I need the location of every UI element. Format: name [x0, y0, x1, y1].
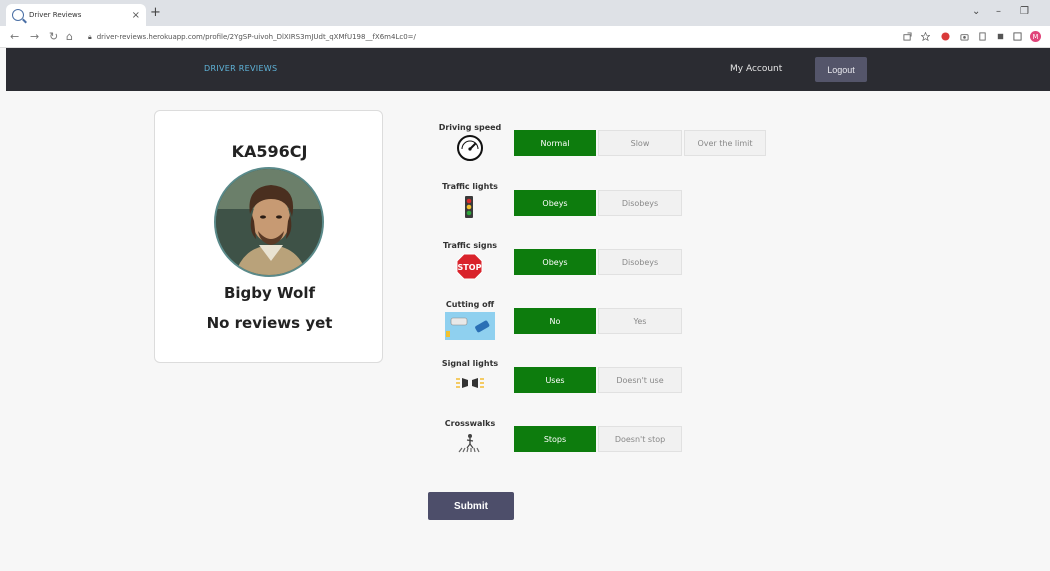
driver-profile-card: KA596CJ Bigby Wolf No reviews yet: [154, 110, 383, 363]
reload-icon[interactable]: ↻: [49, 30, 58, 43]
restore-icon[interactable]: ❐: [1020, 6, 1029, 17]
criterion-label-crosswalks: Crosswalks: [444, 419, 496, 428]
option-driving-speed-slow[interactable]: Slow: [598, 130, 682, 156]
browser-tab[interactable]: Driver Reviews ×: [6, 4, 146, 26]
svg-text:STOP: STOP: [458, 263, 482, 272]
extension-red-icon[interactable]: [941, 32, 950, 41]
option-crosswalks-stops[interactable]: Stops: [514, 426, 596, 452]
brand-link[interactable]: DRIVER REVIEWS: [204, 64, 277, 73]
license-plate: KA596CJ: [231, 142, 308, 161]
sidebar-icon[interactable]: [1013, 32, 1022, 41]
submit-button[interactable]: Submit: [428, 492, 514, 520]
speedometer-icon: [457, 135, 483, 161]
option-traffic-signs-obeys[interactable]: Obeys: [514, 249, 596, 275]
document-icon[interactable]: [978, 32, 987, 41]
option-traffic-lights-obeys[interactable]: Obeys: [514, 190, 596, 216]
avatar-icon[interactable]: M: [1030, 31, 1041, 42]
address-bar: ← → ↻ ⌂ 🔒︎ driver-reviews.herokuapp.com/…: [0, 26, 1050, 48]
criterion-label-driving-speed: Driving speed: [438, 123, 502, 132]
criterion-label-traffic-lights: Traffic lights: [442, 182, 498, 191]
share-icon[interactable]: [903, 32, 912, 41]
svg-text:M: M: [1033, 33, 1039, 41]
option-signal-lights-uses[interactable]: Uses: [514, 367, 596, 393]
chevron-down-icon[interactable]: ⌄: [972, 6, 980, 17]
logout-button[interactable]: Logout: [815, 57, 867, 82]
traffic-light-icon: [465, 196, 473, 218]
forward-icon[interactable]: →: [30, 30, 39, 43]
option-driving-speed-normal[interactable]: Normal: [514, 130, 596, 156]
cars-icon: [445, 312, 495, 340]
driver-name: Bigby Wolf: [223, 284, 316, 302]
option-driving-speed-over-limit[interactable]: Over the limit: [684, 130, 766, 156]
new-tab-button[interactable]: +: [150, 5, 161, 20]
criterion-label-signal-lights: Signal lights: [441, 359, 499, 368]
app-header: DRIVER REVIEWS My Account Logout: [6, 48, 1050, 91]
criterion-label-cutting-off: Cutting off: [445, 300, 495, 309]
browser-tab-bar: Driver Reviews × + ⌄ – ❐: [0, 0, 1050, 26]
option-traffic-lights-disobeys[interactable]: Disobeys: [598, 190, 682, 216]
back-icon[interactable]: ←: [10, 30, 19, 43]
puzzle-icon[interactable]: [996, 32, 1005, 41]
home-icon[interactable]: ⌂: [66, 30, 73, 43]
signal-light-icon: [456, 378, 484, 388]
option-cutting-off-no[interactable]: No: [514, 308, 596, 334]
my-account-link[interactable]: My Account: [730, 64, 782, 74]
option-crosswalks-doesnt-stop[interactable]: Doesn't stop: [598, 426, 682, 452]
lock-icon: 🔒︎: [88, 32, 92, 41]
search-icon: [12, 9, 24, 21]
url-text: driver-reviews.herokuapp.com/profile/2Yg…: [96, 33, 416, 41]
driver-avatar: [214, 167, 324, 277]
review-status: No reviews yet: [206, 314, 333, 332]
stop-sign-icon: STOP: [456, 253, 483, 280]
option-traffic-signs-disobeys[interactable]: Disobeys: [598, 249, 682, 275]
tab-title: Driver Reviews: [29, 11, 82, 19]
close-icon[interactable]: ×: [132, 10, 140, 21]
camera-icon[interactable]: [960, 32, 969, 41]
option-cutting-off-yes[interactable]: Yes: [598, 308, 682, 334]
star-icon[interactable]: [921, 32, 930, 41]
crosswalk-icon: [458, 434, 480, 453]
url-input[interactable]: 🔒︎ driver-reviews.herokuapp.com/profile/…: [84, 29, 904, 45]
minimize-icon[interactable]: –: [996, 6, 1001, 17]
option-signal-lights-doesnt-use[interactable]: Doesn't use: [598, 367, 682, 393]
criterion-label-traffic-signs: Traffic signs: [442, 241, 498, 250]
